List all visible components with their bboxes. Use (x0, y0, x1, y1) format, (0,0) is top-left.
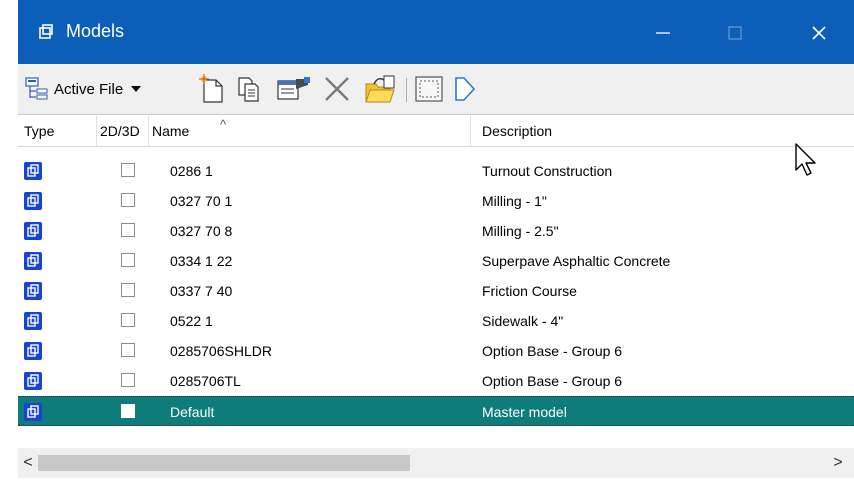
model-description: Option Base - Group 6 (482, 373, 623, 389)
model-description: Turnout Construction (482, 163, 613, 179)
model-name: 0522 1 (170, 313, 213, 329)
dimension-checkbox[interactable] (121, 343, 135, 357)
dimension-checkbox[interactable] (121, 163, 135, 177)
model-row[interactable]: 0285706TL Option Base - Group 6 (18, 366, 854, 396)
model-name: 0334 1 22 (170, 253, 233, 269)
dimension-checkbox[interactable] (121, 223, 135, 237)
mouse-cursor-icon (795, 143, 816, 176)
model-row[interactable]: 0337 7 40 Friction Course (18, 276, 854, 306)
model-description: Superpave Asphaltic Concrete (482, 253, 671, 269)
model-row[interactable]: 0285706SHLDR Option Base - Group 6 (18, 336, 854, 366)
toolbar-divider (406, 78, 407, 102)
model-row-selected[interactable]: Default Master model (18, 396, 854, 426)
active-file-label: Active File (54, 80, 124, 98)
model-type-icon (24, 252, 42, 270)
column-header: Type 2D/3D Name ^ Description (18, 116, 854, 147)
import-model-button[interactable] (364, 74, 398, 104)
model-description: Option Base - Group 6 (482, 343, 623, 359)
model-row[interactable]: 0286 1 Turnout Construction (18, 156, 854, 186)
toolbar: Active File (18, 64, 854, 115)
title-bar[interactable]: Models (18, 0, 854, 64)
model-type-icon (24, 342, 42, 360)
model-row[interactable]: 0522 1 Sidewalk - 4" (18, 306, 854, 336)
maximize-button[interactable] (712, 14, 758, 52)
model-row[interactable]: 0327 70 8 Milling - 2.5" (18, 216, 854, 246)
model-type-icon (24, 282, 42, 300)
dropdown-arrow-icon (131, 86, 142, 92)
model-description: Master model (482, 404, 567, 420)
model-name: 0285706TL (170, 373, 241, 389)
model-type-icon (24, 222, 42, 240)
dimension-checkbox[interactable] (121, 373, 135, 387)
model-type-icon (24, 162, 42, 180)
close-button[interactable] (796, 14, 842, 52)
maximize-icon (728, 26, 742, 40)
model-description: Sidewalk - 4" (482, 313, 564, 329)
close-icon (812, 26, 826, 40)
model-name: 0327 70 1 (170, 193, 233, 209)
arrow-model-button[interactable] (452, 74, 478, 104)
model-description: Friction Course (482, 283, 577, 299)
column-divider[interactable] (470, 116, 471, 146)
sort-ascending-icon: ^ (220, 117, 227, 132)
model-name: 0286 1 (170, 163, 213, 179)
copy-model-button[interactable] (236, 74, 262, 104)
model-name: Default (170, 404, 215, 420)
description-column-header[interactable]: Description (482, 116, 552, 146)
dimension-checkbox[interactable] (121, 283, 135, 297)
select-frame-icon (415, 76, 443, 102)
scroll-left-button[interactable]: < (18, 452, 38, 474)
select-frame-button[interactable] (414, 74, 444, 104)
create-model-icon (199, 74, 223, 103)
model-name: 0285706SHLDR (170, 343, 272, 359)
delete-icon (325, 77, 349, 101)
model-type-icon (24, 192, 42, 210)
create-model-button[interactable] (198, 74, 226, 104)
dimension-checkbox[interactable] (121, 193, 135, 207)
model-row[interactable]: 0334 1 22 Superpave Asphaltic Concrete (18, 246, 854, 276)
dimension-checkbox[interactable] (121, 313, 135, 327)
models-window: Models Active File Type 2D/3D Name ^ Des… (18, 0, 854, 483)
type-column-header[interactable]: Type (24, 116, 54, 146)
model-name: 0337 7 40 (170, 283, 233, 299)
scrollbar-thumb[interactable] (38, 455, 410, 471)
model-icon (39, 24, 53, 39)
dimension-checkbox[interactable] (121, 404, 135, 418)
column-divider[interactable] (96, 116, 97, 146)
model-type-icon (24, 312, 42, 330)
name-column-header[interactable]: Name (152, 116, 189, 146)
scroll-right-button[interactable]: > (828, 452, 848, 474)
tree-icon (25, 77, 48, 100)
dim-column-header[interactable]: 2D/3D (100, 116, 140, 146)
delete-model-button[interactable] (322, 74, 352, 104)
copy-model-icon (238, 77, 259, 102)
properties-icon (277, 77, 310, 100)
active-file-dropdown[interactable]: Active File (24, 74, 143, 104)
horizontal-scrollbar[interactable]: < > (18, 448, 854, 478)
dimension-checkbox[interactable] (121, 253, 135, 267)
window-title: Models (66, 21, 125, 41)
minimize-icon (656, 32, 670, 34)
minimize-button[interactable] (640, 14, 686, 52)
model-type-icon (24, 372, 42, 390)
model-description: Milling - 2.5" (482, 223, 559, 239)
model-row[interactable]: 0327 70 1 Milling - 1" (18, 186, 854, 216)
model-type-icon (24, 403, 42, 421)
arrow-model-icon (455, 77, 476, 101)
column-divider[interactable] (148, 116, 149, 146)
import-icon (365, 75, 395, 103)
model-description: Milling - 1" (482, 193, 547, 209)
model-name: 0327 70 8 (170, 223, 233, 239)
model-properties-button[interactable] (276, 74, 312, 104)
